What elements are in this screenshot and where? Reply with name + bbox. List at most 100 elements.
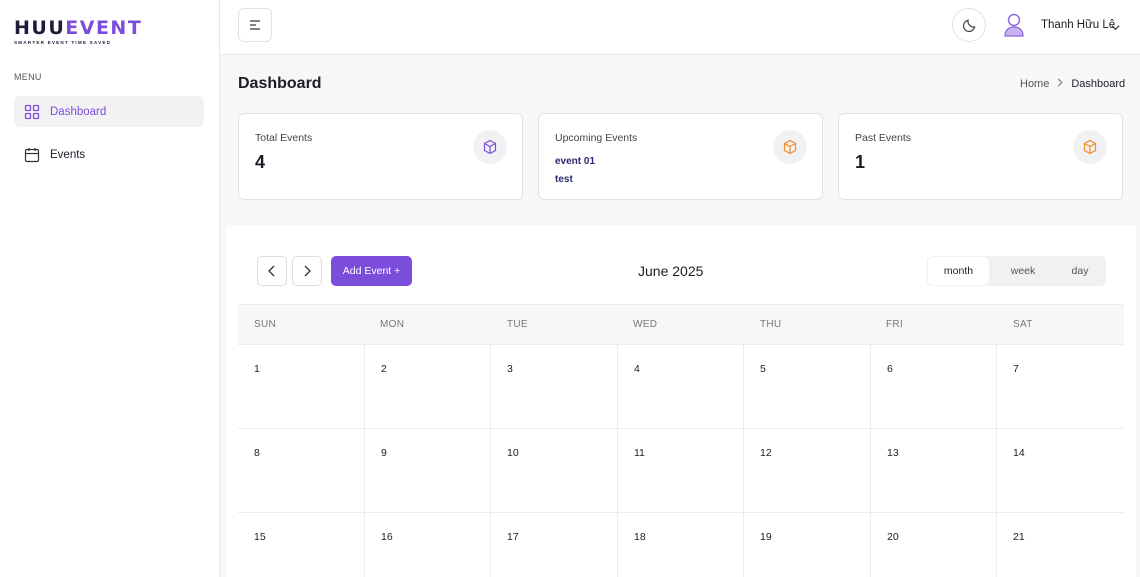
day-cell[interactable]: 14 [997, 429, 1124, 513]
card-value: 1 [855, 152, 866, 172]
day-number: 3 [507, 363, 513, 375]
chevron-left-icon [268, 265, 275, 277]
next-month-button[interactable] [292, 256, 322, 286]
weekday-label: MON [380, 319, 405, 330]
top-header: Thanh Hữu Lê [220, 0, 1140, 55]
past-events-card: Past Events 1 [838, 113, 1123, 200]
day-cell[interactable]: 8 [238, 429, 365, 513]
add-event-button[interactable]: Add Event + [331, 256, 412, 286]
day-number: 11 [634, 447, 645, 459]
weekday-label: WED [633, 319, 658, 330]
day-number: 7 [1013, 363, 1019, 375]
breadcrumb-current: Dashboard [1071, 78, 1126, 90]
day-number: 21 [1013, 531, 1025, 543]
day-number: 18 [634, 531, 646, 543]
day-number: 9 [381, 447, 387, 459]
day-cell[interactable]: 17 [491, 513, 618, 577]
logo-tagline: SMARTER EVENT TIME SAVED [14, 40, 112, 45]
box-icon [773, 130, 807, 164]
weekday-label: FRI [886, 319, 904, 330]
day-cell[interactable]: 13 [871, 429, 997, 513]
prev-month-button[interactable] [257, 256, 287, 286]
user-name[interactable]: Thanh Hữu Lê [1041, 19, 1115, 31]
card-title: Upcoming Events [555, 132, 638, 144]
calendar-week: 15 16 17 18 19 20 21 [238, 513, 1124, 577]
box-icon [473, 130, 507, 164]
theme-toggle-button[interactable] [952, 8, 986, 42]
day-cell[interactable]: 12 [744, 429, 871, 513]
sidebar-item-label: Dashboard [50, 105, 107, 118]
card-value: 4 [255, 152, 266, 172]
day-cell[interactable]: 19 [744, 513, 871, 577]
chevron-right-icon [304, 265, 311, 277]
day-cell[interactable]: 16 [365, 513, 491, 577]
page-title: Dashboard [238, 75, 322, 92]
card-title: Total Events [255, 132, 313, 144]
sidebar-item-events[interactable]: Events [14, 139, 204, 170]
weekday-header: SUN MON TUE WED THU FRI SAT [238, 304, 1124, 345]
view-month-button[interactable]: month [928, 257, 989, 285]
day-cell[interactable]: 21 [997, 513, 1124, 577]
total-events-card: Total Events 4 [238, 113, 523, 200]
chevron-right-icon [1056, 78, 1064, 90]
day-number: 2 [381, 363, 387, 375]
chevron-down-icon[interactable] [1110, 20, 1121, 38]
day-number: 13 [887, 447, 899, 459]
day-number: 5 [760, 363, 766, 375]
upcoming-events-card: Upcoming Events event 01 test [538, 113, 823, 200]
weekday-label: THU [760, 319, 782, 330]
day-number: 6 [887, 363, 893, 375]
day-cell[interactable]: 10 [491, 429, 618, 513]
day-cell[interactable]: 2 [365, 345, 491, 429]
weekday-label: TUE [507, 319, 528, 330]
calendar-week: 1 2 3 4 5 6 7 [238, 345, 1124, 429]
sidebar: HUUEVENT SMARTER EVENT TIME SAVED MENU D… [0, 0, 220, 577]
day-number: 16 [381, 531, 393, 543]
day-number: 19 [760, 531, 772, 543]
day-number: 20 [887, 531, 899, 543]
breadcrumb: Home Dashboard [1020, 78, 1125, 90]
day-cell[interactable]: 20 [871, 513, 997, 577]
day-cell[interactable]: 18 [618, 513, 744, 577]
avatar[interactable] [1003, 12, 1025, 38]
day-number: 8 [254, 447, 260, 459]
calendar-title: June 2025 [638, 263, 704, 279]
day-number: 4 [634, 363, 640, 375]
logo-text-accent: EVENT [65, 17, 143, 39]
day-cell[interactable]: 5 [744, 345, 871, 429]
day-cell[interactable]: 9 [365, 429, 491, 513]
card-title: Past Events [855, 132, 912, 144]
sidebar-toggle-button[interactable] [238, 8, 272, 42]
day-cell[interactable]: 3 [491, 345, 618, 429]
day-cell[interactable]: 11 [618, 429, 744, 513]
breadcrumb-home[interactable]: Home [1020, 78, 1049, 90]
sidebar-item-label: Events [50, 148, 86, 161]
logo[interactable]: HUUEVENT SMARTER EVENT TIME SAVED [14, 18, 142, 45]
day-number: 1 [254, 363, 260, 375]
upcoming-event-item[interactable]: test [555, 171, 595, 189]
calendar-icon [24, 147, 40, 163]
day-cell[interactable]: 4 [618, 345, 744, 429]
day-cell[interactable]: 7 [997, 345, 1124, 429]
day-number: 12 [760, 447, 772, 459]
day-number: 10 [507, 447, 519, 459]
view-week-button[interactable]: week [993, 256, 1053, 286]
moon-icon [962, 19, 975, 32]
day-cell[interactable]: 1 [238, 345, 365, 429]
day-number: 17 [507, 531, 519, 543]
logo-text-dark: HUU [14, 17, 66, 39]
weekday-label: SUN [254, 319, 277, 330]
view-switcher: month week day [927, 256, 1106, 286]
view-day-button[interactable]: day [1051, 256, 1109, 286]
day-cell[interactable]: 6 [871, 345, 997, 429]
menu-icon [250, 20, 260, 30]
menu-label: MENU [14, 72, 42, 82]
upcoming-events-list: event 01 test [555, 153, 595, 189]
upcoming-event-item[interactable]: event 01 [555, 153, 595, 171]
day-cell[interactable]: 15 [238, 513, 365, 577]
sidebar-item-dashboard[interactable]: Dashboard [14, 96, 204, 127]
box-icon [1073, 130, 1107, 164]
calendar-week: 8 9 10 11 12 13 14 [238, 429, 1124, 513]
grid-icon [24, 104, 40, 120]
day-number: 15 [254, 531, 266, 543]
